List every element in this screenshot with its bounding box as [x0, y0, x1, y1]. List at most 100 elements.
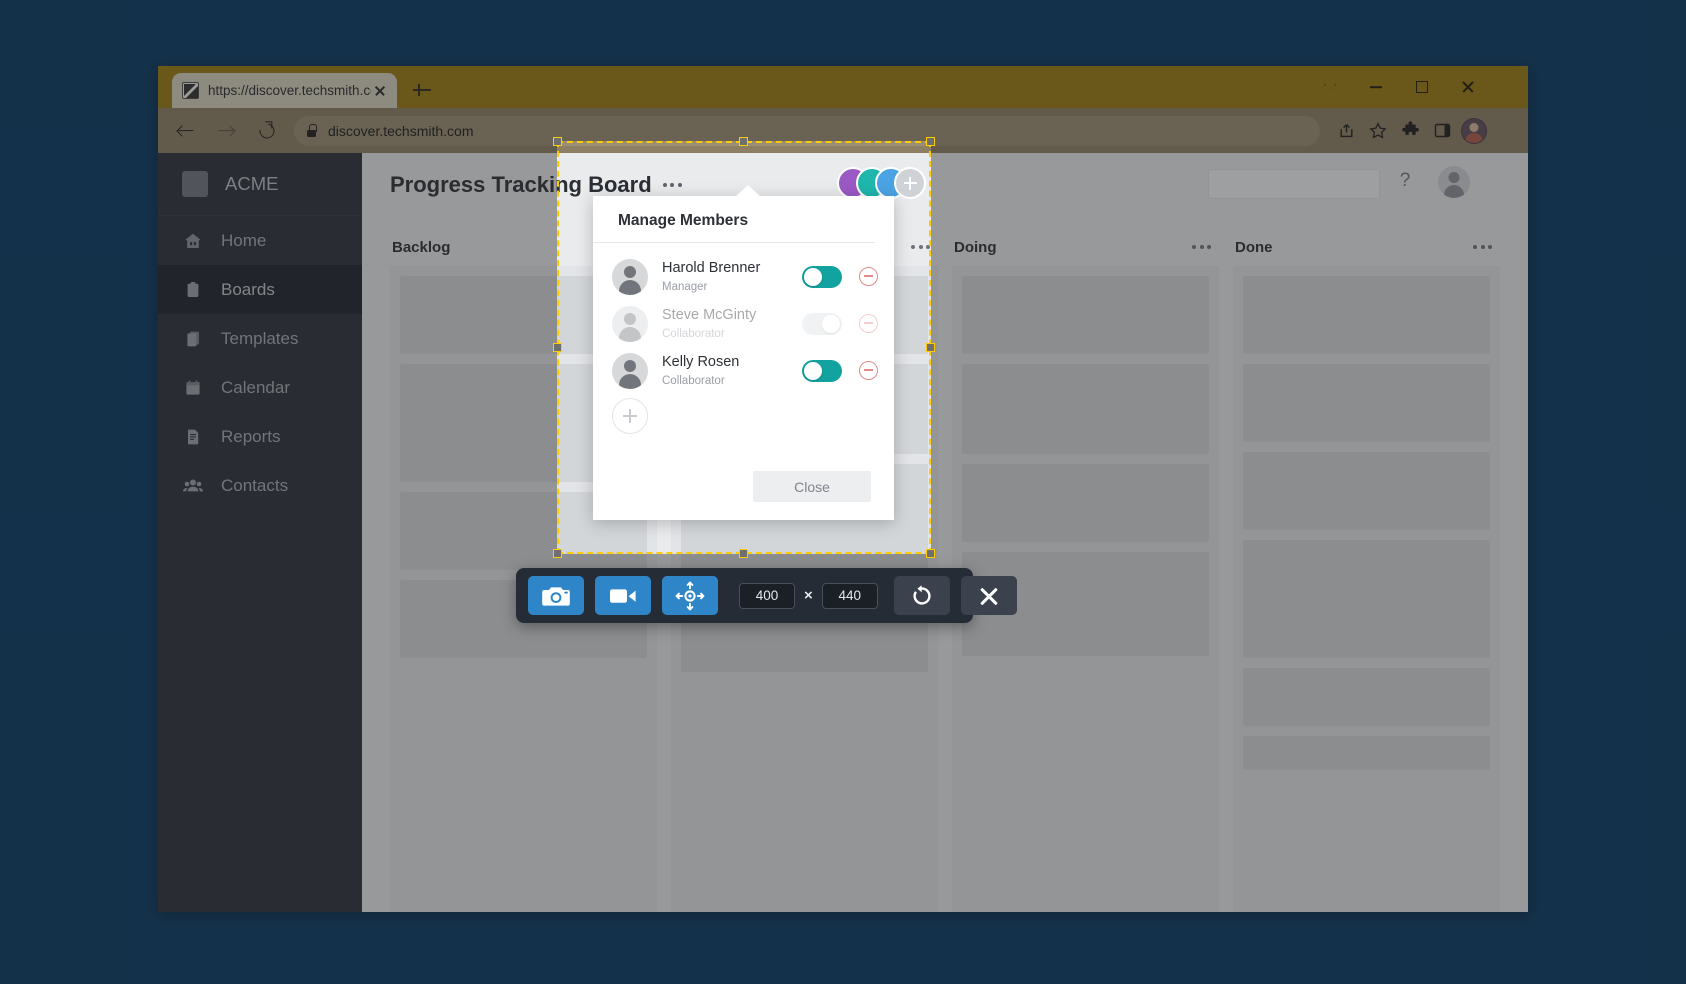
browser-tab[interactable]: https://discover.techsmith.com: [172, 73, 397, 108]
search-box[interactable]: [1208, 169, 1394, 199]
board-card[interactable]: [1243, 452, 1490, 530]
member-name: Harold Brenner: [662, 259, 761, 276]
capture-region-button[interactable]: [662, 576, 718, 615]
board-card[interactable]: [1243, 736, 1490, 770]
board-header: Progress Tracking Board ?: [362, 153, 1528, 216]
sidebar-item-label: Reports: [221, 426, 281, 446]
board-column: Done: [1233, 228, 1500, 912]
column-title: Backlog: [392, 238, 451, 256]
lock-icon: [306, 124, 317, 137]
new-tab-button[interactable]: [410, 78, 434, 102]
share-icon[interactable]: [1330, 115, 1362, 147]
board-card[interactable]: [962, 364, 1209, 454]
board-columns: Backlog Doing Done: [362, 216, 1528, 912]
window-close-icon[interactable]: [1445, 66, 1491, 108]
column-body: [1233, 266, 1500, 912]
page-title: Progress Tracking Board: [390, 171, 652, 197]
sidebar-item-calendar[interactable]: Calendar: [158, 363, 362, 412]
brand: ACME: [158, 153, 362, 216]
dimension-separator: ×: [804, 587, 813, 604]
plus-circle-icon[interactable]: [612, 398, 648, 434]
board-column: Doing: [952, 228, 1219, 912]
sidebar-item-label: Contacts: [221, 475, 289, 495]
sidebar-item-contacts[interactable]: Contacts: [158, 461, 362, 510]
home-icon: [182, 232, 204, 250]
capture-height-input[interactable]: [821, 582, 878, 609]
minimize-icon[interactable]: [1353, 66, 1399, 108]
ellipsis-icon[interactable]: [1192, 245, 1211, 249]
cancel-capture-button[interactable]: [960, 576, 1017, 615]
maximize-icon[interactable]: [1399, 66, 1445, 108]
member-name: Kelly Rosen: [662, 353, 740, 370]
video-camera-icon: [610, 588, 636, 603]
remove-member-icon[interactable]: [859, 267, 878, 286]
remove-member-icon[interactable]: [859, 314, 878, 333]
capture-width-input[interactable]: [739, 582, 795, 609]
member-avatar-stack[interactable]: [837, 167, 926, 199]
remove-member-icon[interactable]: [859, 361, 878, 380]
reset-selection-button[interactable]: [893, 576, 950, 615]
column-header: Done: [1233, 228, 1500, 266]
sidebar-item-boards[interactable]: Boards: [158, 265, 362, 314]
chevron-down-icon[interactable]: [1307, 66, 1353, 108]
add-member-row: [593, 394, 894, 434]
address-bar-text: discover.techsmith.com: [328, 122, 474, 139]
board-card[interactable]: [962, 276, 1209, 354]
list-item[interactable]: Harold Brenner Manager: [593, 253, 894, 300]
profile-avatar[interactable]: [1461, 117, 1487, 144]
app-sidebar: ACME Home Boards Templates Calendar Repo…: [158, 153, 362, 912]
calendar-icon: [182, 379, 204, 397]
capture-toolbar: ×: [516, 568, 1017, 623]
avatar: [612, 305, 648, 342]
reload-icon[interactable]: [248, 112, 286, 150]
forward-arrow-icon[interactable]: [207, 112, 245, 150]
ellipsis-icon[interactable]: [911, 245, 930, 249]
clipboard-icon: [182, 281, 204, 299]
list-item[interactable]: Steve McGinty Collaborator: [593, 300, 894, 347]
document-icon: [182, 428, 204, 446]
bookmark-star-icon[interactable]: [1362, 115, 1394, 147]
sidebar-item-reports[interactable]: Reports: [158, 412, 362, 461]
browser-menu-icon[interactable]: [1490, 115, 1522, 147]
help-icon[interactable]: ?: [1392, 168, 1418, 194]
member-role: Manager: [662, 280, 708, 293]
ellipsis-icon[interactable]: [662, 182, 682, 187]
sidebar-item-home[interactable]: Home: [158, 216, 362, 265]
techsmith-logo-icon: [182, 82, 199, 99]
address-bar[interactable]: discover.techsmith.com: [294, 115, 1320, 146]
board-card[interactable]: [1243, 668, 1490, 726]
member-name: Steve McGinty: [662, 306, 757, 323]
member-list: Harold Brenner Manager Steve McGinty Col…: [593, 243, 894, 434]
board-card[interactable]: [1243, 540, 1490, 658]
popover-title: Manage Members: [593, 196, 875, 243]
avatar[interactable]: [1438, 166, 1470, 198]
ellipsis-icon[interactable]: [1473, 245, 1492, 249]
board-card[interactable]: [1243, 276, 1490, 354]
back-arrow-icon[interactable]: [167, 112, 205, 150]
list-item[interactable]: Kelly Rosen Collaborator: [593, 347, 894, 394]
people-icon: [182, 477, 204, 495]
extensions-puzzle-icon[interactable]: [1394, 115, 1426, 147]
sidebar-item-label: Calendar: [221, 377, 290, 397]
capture-image-button[interactable]: [528, 576, 584, 615]
avatar: [612, 258, 648, 295]
sidebar-item-templates[interactable]: Templates: [158, 314, 362, 363]
board-card[interactable]: [962, 464, 1209, 542]
move-selection-icon: [675, 581, 705, 610]
column-header: Doing: [952, 228, 1219, 266]
board-card[interactable]: [1243, 364, 1490, 442]
member-enabled-toggle[interactable]: [802, 312, 842, 335]
member-info: Kelly Rosen Collaborator: [662, 353, 802, 389]
column-title: Doing: [954, 238, 997, 256]
capture-video-button[interactable]: [595, 576, 651, 615]
capture-size-group: ×: [739, 582, 878, 609]
search-input[interactable]: [1218, 176, 1394, 192]
camera-icon: [542, 586, 570, 606]
close-button[interactable]: Close: [753, 471, 871, 502]
side-panel-icon[interactable]: [1426, 115, 1458, 147]
close-icon[interactable]: [371, 82, 389, 100]
member-enabled-toggle[interactable]: [802, 265, 842, 288]
add-member-button[interactable]: [894, 167, 926, 199]
member-enabled-toggle[interactable]: [802, 359, 842, 382]
member-role: Collaborator: [662, 374, 725, 387]
